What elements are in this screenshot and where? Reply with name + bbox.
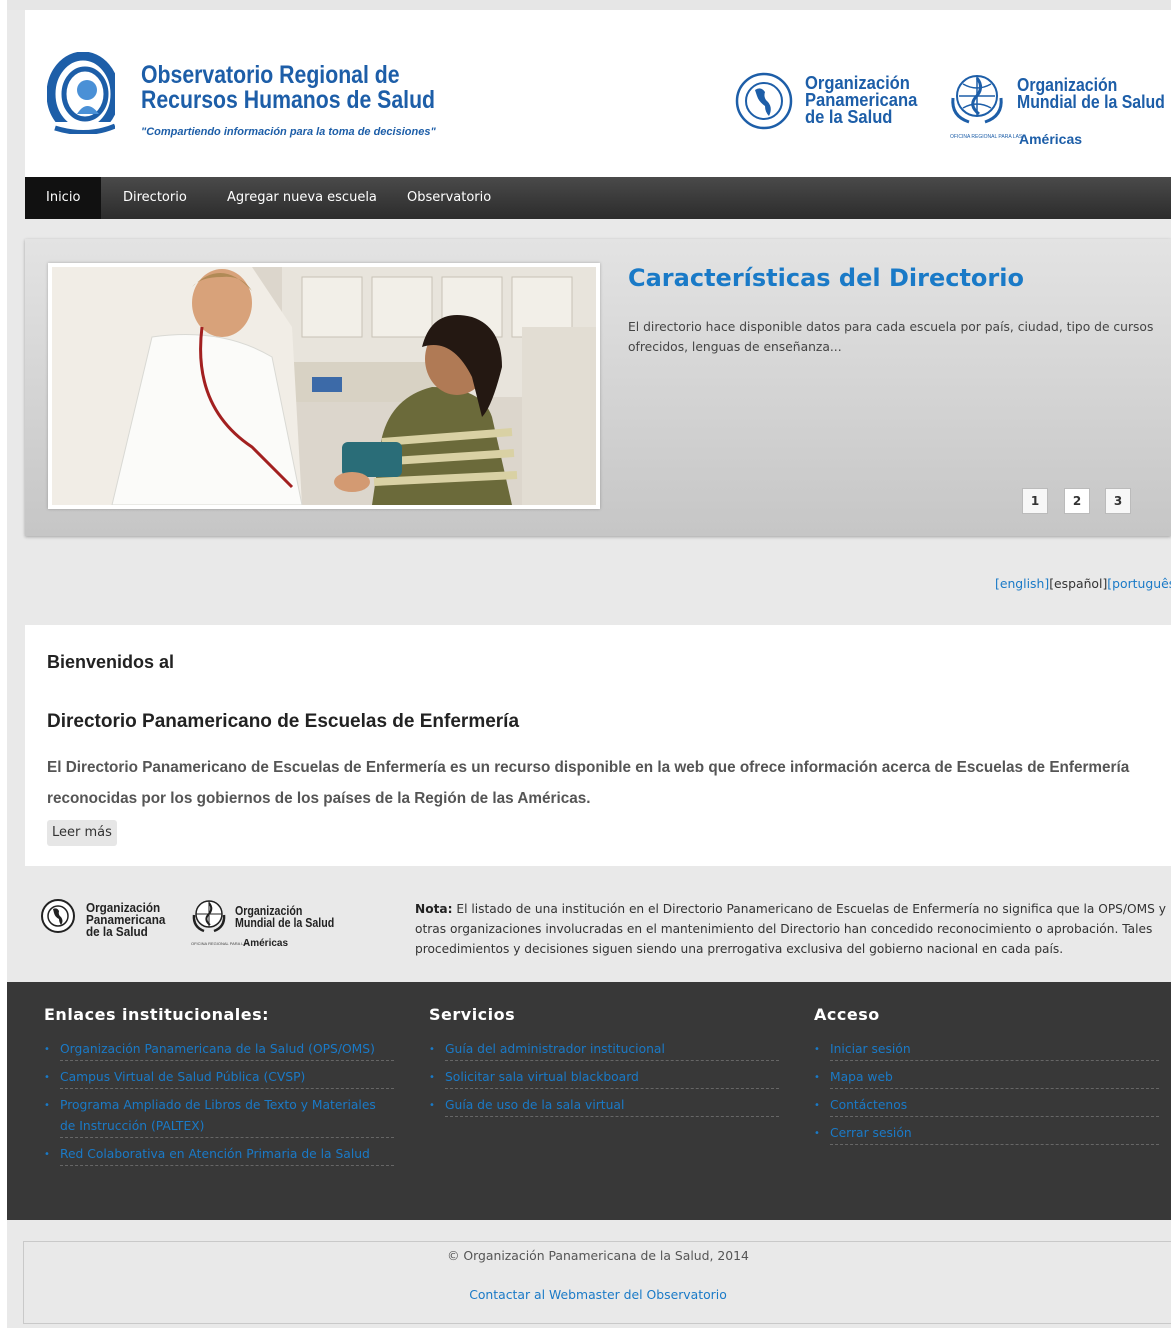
site-title-line1: Observatorio Regional de [141,61,400,89]
slide-image-frame [48,263,600,509]
observatorio-logo-icon[interactable] [47,52,115,134]
note-label: Nota: [415,902,453,916]
footer-col-services-title: Servicios [429,1005,516,1024]
footer-link-sitemap[interactable]: Mapa web [830,1067,1159,1089]
site-header: Observatorio Regional de Recursos Humano… [25,10,1171,177]
footer-link-item: Solicitar sala virtual blackboard [429,1067,779,1089]
site-tagline: "Compartiendo información para la toma d… [141,126,436,138]
slider-page-1[interactable]: 1 [1022,488,1048,514]
footer-link-cvsp[interactable]: Campus Virtual de Salud Pública (CVSP) [60,1067,394,1089]
footer-link-virtual-room-guide[interactable]: Guía de uso de la sala virtual [445,1095,779,1117]
footer-link-item: Cerrar sesión [814,1123,1159,1145]
footer-col-institutional-title: Enlaces institucionales: [44,1005,270,1024]
footer-link-paltex[interactable]: Programa Ampliado de Libros de Texto y M… [60,1095,394,1138]
copyright-text: © Organización Panamericana de la Salud,… [447,1248,749,1263]
feature-slider: Características del Directorio El direct… [25,239,1171,536]
footer-col-access-title: Acceso [814,1005,880,1024]
oms-footer-line2: Mundial de la Salud [235,915,335,930]
ops-footer-name: Organización Panamericana de la Salud [86,901,165,939]
disclaimer-note: Nota: El listado de una institución en e… [415,899,1171,959]
footer-link-item: Programa Ampliado de Libros de Texto y M… [44,1095,394,1138]
footer-link-item: Red Colaborativa en Atención Primaria de… [44,1144,394,1166]
slide-title: Características del Directorio [628,264,1024,292]
webmaster-contact-link[interactable]: Contactar al Webmaster del Observatorio [24,1287,1171,1302]
oms-footer-regional-office: OFICINA REGIONAL PARA LAS [191,941,249,946]
read-more-button[interactable]: Leer más [47,820,117,846]
ops-emblem-icon[interactable] [735,72,793,130]
oms-footer-region: Américas [243,938,289,949]
footer-link-item: Mapa web [814,1067,1159,1089]
page: Observatorio Regional de Recursos Humano… [7,0,1171,1328]
slide-text: El directorio hace disponible datos para… [628,320,1154,354]
footer-link-item: Guía de uso de la sala virtual [429,1095,779,1117]
footer-link-red-aps[interactable]: Red Colaborativa en Atención Primaria de… [60,1144,394,1166]
nav-item-inicio[interactable]: Inicio [25,177,102,219]
footer-col-institutional: Enlaces institucionales: Organización Pa… [44,1005,394,1166]
footer-link-item: Iniciar sesión [814,1039,1159,1061]
nav-item-directorio[interactable]: Directorio [102,177,208,219]
footer-link-item: Contáctenos [814,1095,1159,1117]
ops-name-line3: de la Salud [805,107,893,127]
oms-region: Américas [1019,131,1083,147]
slider-page-2[interactable]: 2 [1064,488,1090,514]
note-text: El listado de una institución en el Dire… [415,902,1166,956]
copyright-box: © Organización Panamericana de la Salud,… [23,1241,1171,1324]
nav-item-agregar-escuela[interactable]: Agregar nueva escuela [206,177,398,219]
footer-link-item: Organización Panamericana de la Salud (O… [44,1039,394,1061]
ops-name: Organización Panamericana de la Salud [805,74,917,127]
oms-emblem-icon[interactable] [947,68,1007,128]
footer-link-ops[interactable]: Organización Panamericana de la Salud (O… [60,1039,394,1061]
footer-col-services: Servicios Guía del administrador institu… [429,1005,779,1117]
footer-link-item: Campus Virtual de Salud Pública (CVSP) [44,1067,394,1089]
oms-regional-office: OFICINA REGIONAL PARA LAS [950,134,1023,140]
oms-footer-emblem-icon [192,900,226,933]
main-nav: Inicio Directorio Agregar nueva escuela … [25,177,1171,219]
nav-item-observatorio[interactable]: Observatorio [386,177,512,219]
language-switcher: [english][español][português] [995,576,1171,591]
footer-col-access: Acceso Iniciar sesión Mapa web Contácten… [814,1005,1159,1145]
slider-page-3[interactable]: 3 [1105,488,1131,514]
slide-photo[interactable] [52,267,596,505]
oms-name: Organización Mundial de la Salud [1017,76,1165,112]
ops-footer-emblem-icon [41,899,75,933]
welcome-heading: Bienvenidos al [47,652,175,672]
lang-espanol-current: [español] [1049,576,1108,591]
lang-portugues-link[interactable]: [português] [1107,576,1171,591]
footer-link-login[interactable]: Iniciar sesión [830,1039,1159,1061]
welcome-body: El Directorio Panamericano de Escuelas d… [47,759,1130,807]
footer-link-admin-guide[interactable]: Guía del administrador institucional [445,1039,779,1061]
footer-link-item: Guía del administrador institucional [429,1039,779,1061]
welcome-subheading: Directorio Panamericano de Escuelas de E… [47,711,520,732]
footer-link-request-blackboard[interactable]: Solicitar sala virtual blackboard [445,1067,779,1089]
oms-footer-name: Organización Mundial de la Salud [235,905,335,930]
site-title-line2: Recursos Humanos de Salud [141,86,436,114]
footer-links-area: Enlaces institucionales: Organización Pa… [7,982,1171,1220]
welcome-panel: Bienvenidos al Directorio Panamericano d… [25,625,1171,866]
oms-name-line2: Mundial de la Salud [1017,92,1165,112]
footer-link-logout[interactable]: Cerrar sesión [830,1123,1159,1145]
ops-footer-line3: de la Salud [86,924,148,939]
lang-english-link[interactable]: [english] [995,576,1049,591]
footer-link-contact[interactable]: Contáctenos [830,1095,1159,1117]
